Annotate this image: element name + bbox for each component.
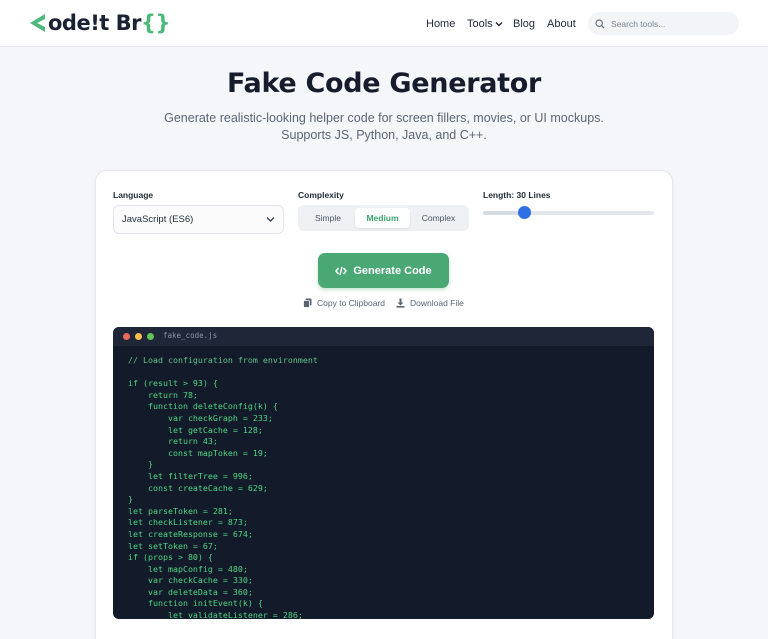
length-slider-thumb[interactable] [518, 206, 532, 219]
nav-about[interactable]: About [547, 0, 576, 47]
complexity-option-complex[interactable]: Complex [411, 208, 466, 228]
language-label: Language [113, 190, 154, 200]
maximize-dot-icon [147, 333, 154, 340]
nav-blog[interactable]: Blog [513, 0, 535, 47]
code-icon [335, 266, 348, 275]
code-line: let filterTree = 996; [128, 470, 253, 481]
complexity-label: Complexity [298, 190, 344, 200]
code-line: let getCache = 128; [128, 424, 263, 435]
code-line: const mapToken = 19; [128, 447, 268, 458]
download-icon [396, 298, 405, 308]
site-logo[interactable]: ode !t Br{} [28, 9, 170, 37]
nav-home[interactable]: Home [426, 0, 455, 47]
chevron-left-logo-icon [30, 14, 45, 32]
code-line: let createResponse = 674; [128, 528, 253, 539]
generate-code-label: Generate Code [353, 264, 432, 277]
copy-label: Copy to Clipboard [317, 298, 386, 308]
code-line: let setToken = 67; [128, 540, 218, 551]
minimize-dot-icon [135, 333, 142, 340]
code-line: // Load configuration from environment [128, 355, 318, 365]
code-line: function initEvent(k) { [128, 598, 263, 609]
complexity-option-simple[interactable]: Simple [301, 208, 355, 228]
code-line: var checkCache = 330; [128, 575, 253, 586]
code-line: var checkGraph = 233; [128, 412, 273, 423]
code-line: let parseToken = 281; [128, 505, 233, 516]
page-title: Fake Code Generator [226, 68, 542, 99]
complexity-option-medium[interactable]: Medium [355, 208, 410, 228]
nav-tools[interactable]: Tools [467, 0, 503, 47]
code-line: let validateListener = 286; [128, 610, 303, 619]
code-line: if (props > 80) { [128, 552, 213, 563]
page-subtitle-line1: Generate realistic-looking helper code f… [164, 111, 604, 125]
code-line: var deleteData = 360; [128, 586, 253, 597]
logo-text-part-b: !t Br [90, 11, 141, 35]
chevron-down-icon [495, 21, 503, 26]
code-line: const createCache = 629; [128, 482, 268, 493]
code-line: if (result > 93) { [128, 378, 218, 389]
nav-tools-label: Tools [467, 17, 493, 30]
copy-to-clipboard-button[interactable]: Copy to Clipboard [303, 297, 385, 309]
length-label: Length: 30 Lines [483, 190, 551, 200]
download-file-button[interactable]: Download File [396, 297, 464, 309]
complexity-segmented-control: Simple Medium Complex [298, 205, 469, 231]
nav-blog-label: Blog [513, 17, 536, 30]
page-subtitle-line2: Supports JS, Python, Java, and C++. [281, 128, 487, 142]
code-line: let checkListener = 873; [128, 517, 248, 528]
code-line: } [128, 494, 133, 505]
language-select-value: JavaScript (ES6) [122, 214, 194, 225]
code-line: return 78; [128, 389, 198, 400]
search-input[interactable] [611, 18, 731, 29]
chevron-down-icon [266, 217, 275, 222]
search-box[interactable] [588, 12, 739, 35]
code-filename: fake_code.js [163, 331, 218, 340]
logo-text-part-a: ode [48, 11, 91, 35]
code-line: } [128, 459, 153, 470]
code-window-titlebar: fake_code.js [113, 327, 654, 346]
language-select[interactable]: JavaScript (ES6) [113, 205, 284, 234]
generate-code-button[interactable]: Generate Code [318, 253, 449, 288]
nav-about-label: About [547, 17, 576, 30]
logo-braces: {} [141, 11, 170, 35]
top-header: ode !t Br{} Home Tools Blog About [0, 0, 768, 47]
code-line: return 43; [128, 436, 218, 447]
length-slider[interactable] [483, 206, 654, 219]
code-lines: // Load configuration from environment i… [128, 355, 318, 619]
close-dot-icon [123, 333, 130, 340]
code-line: let mapConfig = 480; [128, 563, 248, 574]
copy-icon [303, 298, 312, 308]
code-output-window[interactable]: fake_code.js // Load configuration from … [113, 327, 654, 619]
code-line: function deleteConfig(k) { [128, 401, 278, 412]
nav-home-label: Home [426, 17, 456, 30]
download-label: Download File [410, 298, 464, 308]
search-icon [595, 18, 605, 29]
